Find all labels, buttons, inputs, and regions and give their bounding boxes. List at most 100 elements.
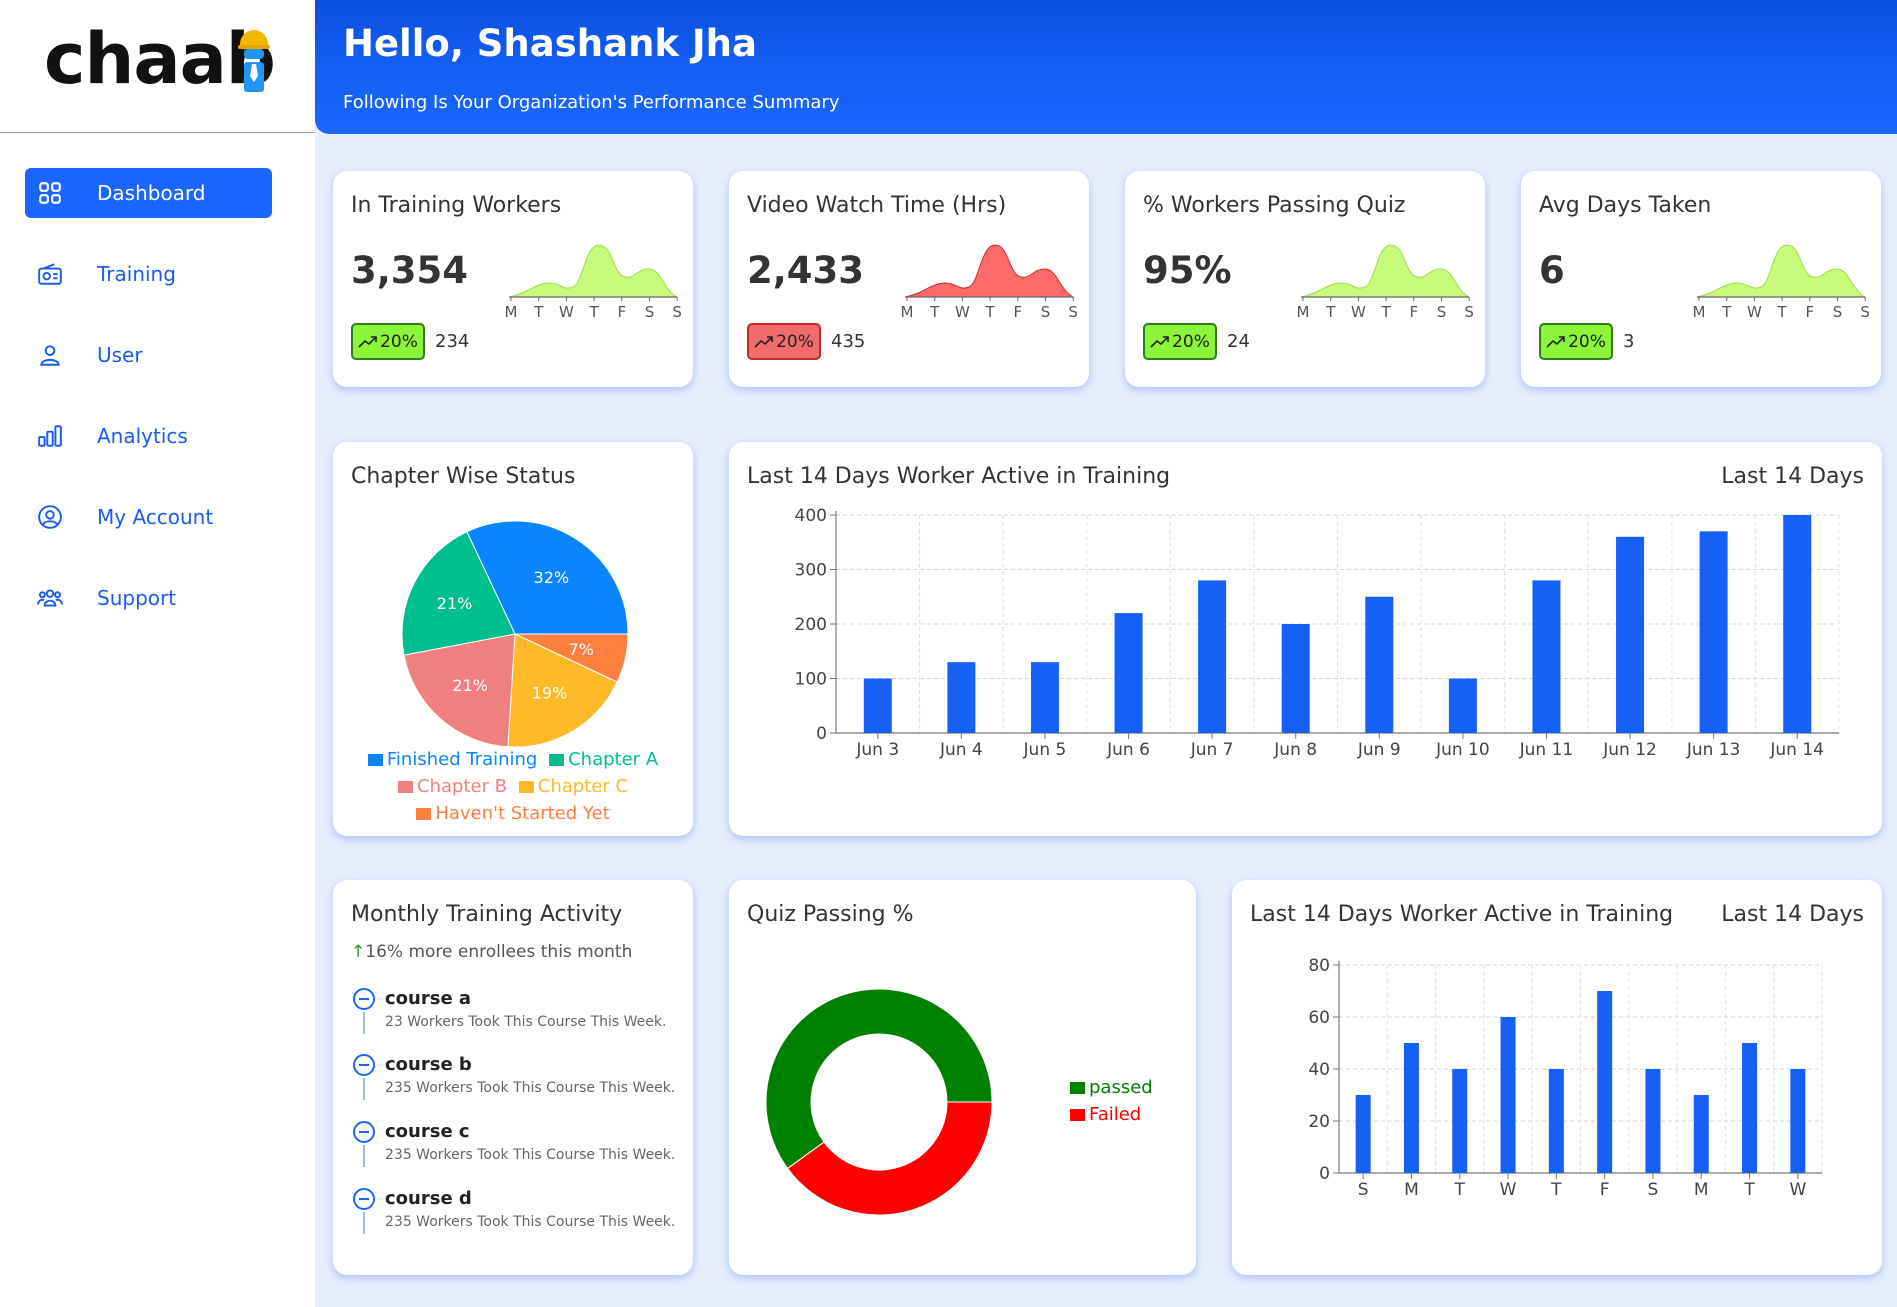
timeline-line (363, 1078, 365, 1100)
sparkline-area (1300, 244, 1471, 298)
bar (1030, 662, 1059, 733)
sparkline-day-label: T (1777, 303, 1788, 321)
kpi-value: 6 (1539, 249, 1565, 292)
sparkline-day-label: T (1381, 303, 1392, 321)
sidebar-item-analytics[interactable]: Analytics (25, 411, 272, 461)
monthly-activity-card: Monthly Training Activity ↑16% more enro… (333, 880, 693, 1275)
legend-item-finished[interactable]: Finished Training (367, 749, 537, 770)
kpi-count: 234 (435, 331, 470, 352)
minus-circle-icon (353, 1188, 375, 1210)
kpi-title: % Workers Passing Quiz (1143, 193, 1406, 218)
x-tick-label: Jun 12 (1602, 740, 1657, 760)
trend-badge: 20% (351, 323, 425, 360)
donut-segment (786, 1101, 993, 1216)
range-label[interactable]: Last 14 Days (1721, 902, 1864, 927)
kpi-card: Avg Days Taken 6 20% 3 MTWTFSS (1521, 171, 1881, 387)
x-tick-label: Jun 13 (1686, 740, 1741, 760)
legend-item-chapter-a[interactable]: Chapter A (549, 749, 658, 770)
sidebar-item-dashboard[interactable]: Dashboard (25, 168, 272, 218)
card-title: Last 14 Days Worker Active in Training (1250, 902, 1674, 927)
x-tick-label: S (1648, 1180, 1659, 1200)
sparkline-day-label: M (901, 303, 914, 321)
radio-icon (37, 261, 63, 287)
chapter-pie-chart: 32% 7% 19% 21% 21% (401, 520, 629, 748)
quiz-donut-chart (765, 988, 993, 1216)
timeline-line (363, 1012, 365, 1034)
pie-slice-label: 32% (534, 568, 570, 587)
sidebar-item-label: Analytics (97, 424, 188, 448)
sidebar-item-support[interactable]: Support (25, 573, 272, 623)
course-name: course d (385, 1188, 472, 1209)
sparkline-day-label: T (533, 303, 544, 321)
kpi-title: Avg Days Taken (1539, 193, 1712, 218)
sparkline-day-label: W (1351, 303, 1366, 321)
bar (1452, 1069, 1468, 1173)
sparkline-chart: MTWTFSS (1297, 244, 1473, 321)
sparkline-day-label: S (645, 303, 655, 321)
legend-item-failed[interactable]: Failed (1070, 1101, 1153, 1128)
x-tick-label: Jun 10 (1435, 740, 1490, 760)
bar (1403, 1043, 1419, 1173)
y-tick-label: 100 (795, 670, 827, 690)
chapter-status-card: Chapter Wise Status 32% 7% 19% 21% 21% Finis… (333, 442, 693, 836)
bar (1281, 624, 1310, 733)
range-label[interactable]: Last 14 Days (1721, 464, 1864, 489)
kpi-value: 3,354 (351, 249, 469, 292)
course-desc: 235 Workers Took This Course This Week. (385, 1147, 676, 1163)
y-tick-label: 0 (816, 724, 827, 744)
quiz-passing-card: Quiz Passing % passed Failed (729, 880, 1196, 1275)
course-name: course a (385, 988, 472, 1009)
bar (1198, 580, 1227, 733)
sparkline-chart: MTWTFSS (1693, 244, 1869, 321)
sidebar-item-label: Dashboard (97, 181, 206, 205)
sparkline-day-label: S (1068, 303, 1077, 321)
bar (1742, 1043, 1758, 1173)
bar (1790, 1069, 1806, 1173)
sparkline-day-label: T (985, 303, 996, 321)
sidebar-item-label: Support (97, 586, 177, 610)
sidebar-item-user[interactable]: User (25, 330, 272, 380)
y-tick-label: 40 (1308, 1060, 1330, 1080)
sparkline-day-label: F (1013, 303, 1022, 321)
y-tick-label: 20 (1308, 1112, 1330, 1132)
sparkline-day-label: T (1721, 303, 1732, 321)
user-icon (37, 342, 63, 368)
trend-change: 20% (1568, 331, 1606, 352)
timeline-line (363, 1145, 365, 1167)
sparkline-day-label: S (672, 303, 681, 321)
sparkline-chart: MTWTFSS (901, 244, 1077, 321)
active-14-bar-chart: 0 100 200 300 400 Jun 3 Jun 4 Jun 5 Jun 6 Jun 7 Ju… (795, 506, 1840, 760)
kpi-card: % Workers Passing Quiz 95% 20% 24 MTWTFS… (1125, 171, 1485, 387)
x-tick-label: Jun 3 (855, 740, 899, 760)
sparkline-day-label: T (1325, 303, 1336, 321)
bar-chart-icon (37, 423, 63, 449)
legend-item-passed[interactable]: passed (1070, 1074, 1153, 1101)
sidebar: chaab Dashboard Training User Analytics … (0, 0, 315, 1307)
sidebar-item-training[interactable]: Training (25, 249, 272, 299)
bar (1783, 515, 1812, 733)
pie-slice-label: 21% (437, 594, 473, 613)
trend-up-icon (1546, 335, 1565, 348)
sparkline-day-label: F (1409, 303, 1418, 321)
logo-worker-icon (238, 30, 270, 92)
kpi-title: Video Watch Time (Hrs) (747, 193, 1007, 218)
trend-up-icon (754, 335, 773, 348)
kpi-title: In Training Workers (351, 193, 562, 218)
bar (947, 662, 976, 733)
legend-item-chapter-b[interactable]: Chapter B (397, 776, 507, 797)
logo-area: chaab (0, 0, 315, 133)
bar (1448, 678, 1477, 733)
kpi-value: 95% (1143, 249, 1232, 292)
legend-item-chapter-c[interactable]: Chapter C (518, 776, 628, 797)
course-desc: 235 Workers Took This Course This Week. (385, 1080, 676, 1096)
sparkline-area (1696, 244, 1867, 298)
pie-slice-label: 7% (568, 640, 593, 659)
kpi-count: 3 (1623, 331, 1635, 352)
pie-slice-label: 21% (452, 676, 488, 695)
x-tick-label: Jun 7 (1190, 740, 1234, 760)
legend-item-not-started[interactable]: Haven't Started Yet (416, 803, 610, 824)
sidebar-item-my-account[interactable]: My Account (25, 492, 272, 542)
bar (1548, 1069, 1564, 1173)
sparkline-day-label: M (505, 303, 518, 321)
trend-badge: 20% (1143, 323, 1217, 360)
